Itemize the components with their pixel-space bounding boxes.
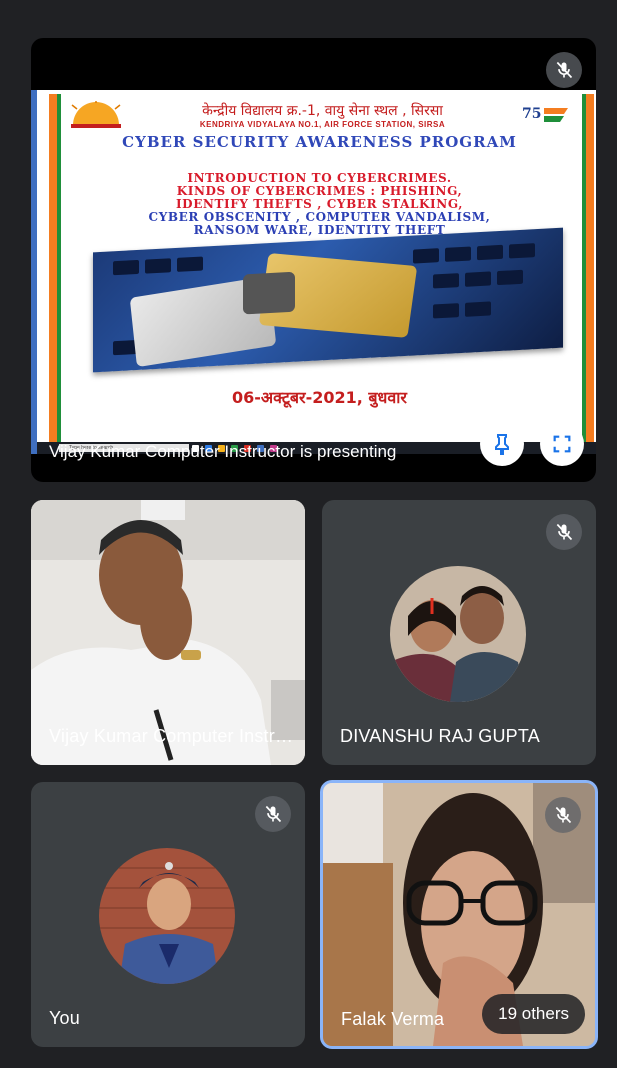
- participant-tile-active-speaker[interactable]: Falak Verma 19 others: [320, 780, 598, 1049]
- slide-title: CYBER SECURITY AWARENESS PROGRAM: [122, 133, 517, 151]
- participant-tile[interactable]: Vijay Kumar Computer Instructor: [31, 500, 305, 765]
- pin-button[interactable]: [480, 422, 524, 466]
- presentation-tile[interactable]: केन्द्रीय विद्यालय क्र.-1, वायु सेना स्थ…: [31, 38, 596, 482]
- presenter-label: Vijay Kumar Computer Instructor is prese…: [49, 442, 397, 461]
- svg-text:75: 75: [522, 106, 541, 122]
- fullscreen-button[interactable]: [540, 422, 584, 466]
- avatar: [99, 848, 235, 984]
- mic-off-icon: [555, 806, 572, 824]
- slide-topics: INTRODUCTION TO CYBERCRIMES. KINDS OF CY…: [57, 172, 582, 237]
- participant-mute-indicator: [546, 514, 582, 550]
- mic-off-icon: [556, 61, 573, 79]
- keyboard-credit-cards-image: [93, 227, 563, 373]
- pin-icon: [495, 434, 509, 455]
- school-logo: [67, 97, 125, 129]
- participant-name: Vijay Kumar Computer Instructor: [49, 726, 301, 746]
- slide-date: 06-अक्टूबर-2021, बुधवार: [232, 388, 407, 407]
- padlock-icon: [243, 271, 295, 315]
- shared-slide: केन्द्रीय विद्यालय क्र.-1, वायु सेना स्थ…: [31, 90, 596, 454]
- participant-tile[interactable]: DIVANSHU RAJ GUPTA: [322, 500, 596, 765]
- participant-mute-indicator: [545, 797, 581, 833]
- slide-school-name: KENDRIYA VIDYALAYA NO.1, AIR FORCE STATI…: [199, 120, 446, 129]
- participant-mute-indicator: [255, 796, 291, 832]
- slide-hindi-header: केन्द्रीय विद्यालय क्र.-1, वायु सेना स्थ…: [202, 103, 443, 119]
- participant-name: DIVANSHU RAJ GUPTA: [340, 726, 540, 746]
- mic-off-icon: [265, 805, 282, 823]
- avatar: [390, 566, 526, 702]
- participant-name: Falak Verma: [341, 1009, 445, 1029]
- participant-name: You: [49, 1008, 80, 1028]
- azadi-logo: 75: [520, 102, 572, 128]
- slide-header: केन्द्रीय विद्यालय क्र.-1, वायु सेना स्थ…: [67, 96, 572, 134]
- mic-off-icon: [556, 523, 573, 541]
- participant-tile-self[interactable]: You: [31, 782, 305, 1047]
- fullscreen-icon: [553, 435, 571, 453]
- others-count-pill[interactable]: 19 others: [482, 994, 585, 1034]
- presentation-mute-indicator: [546, 52, 582, 88]
